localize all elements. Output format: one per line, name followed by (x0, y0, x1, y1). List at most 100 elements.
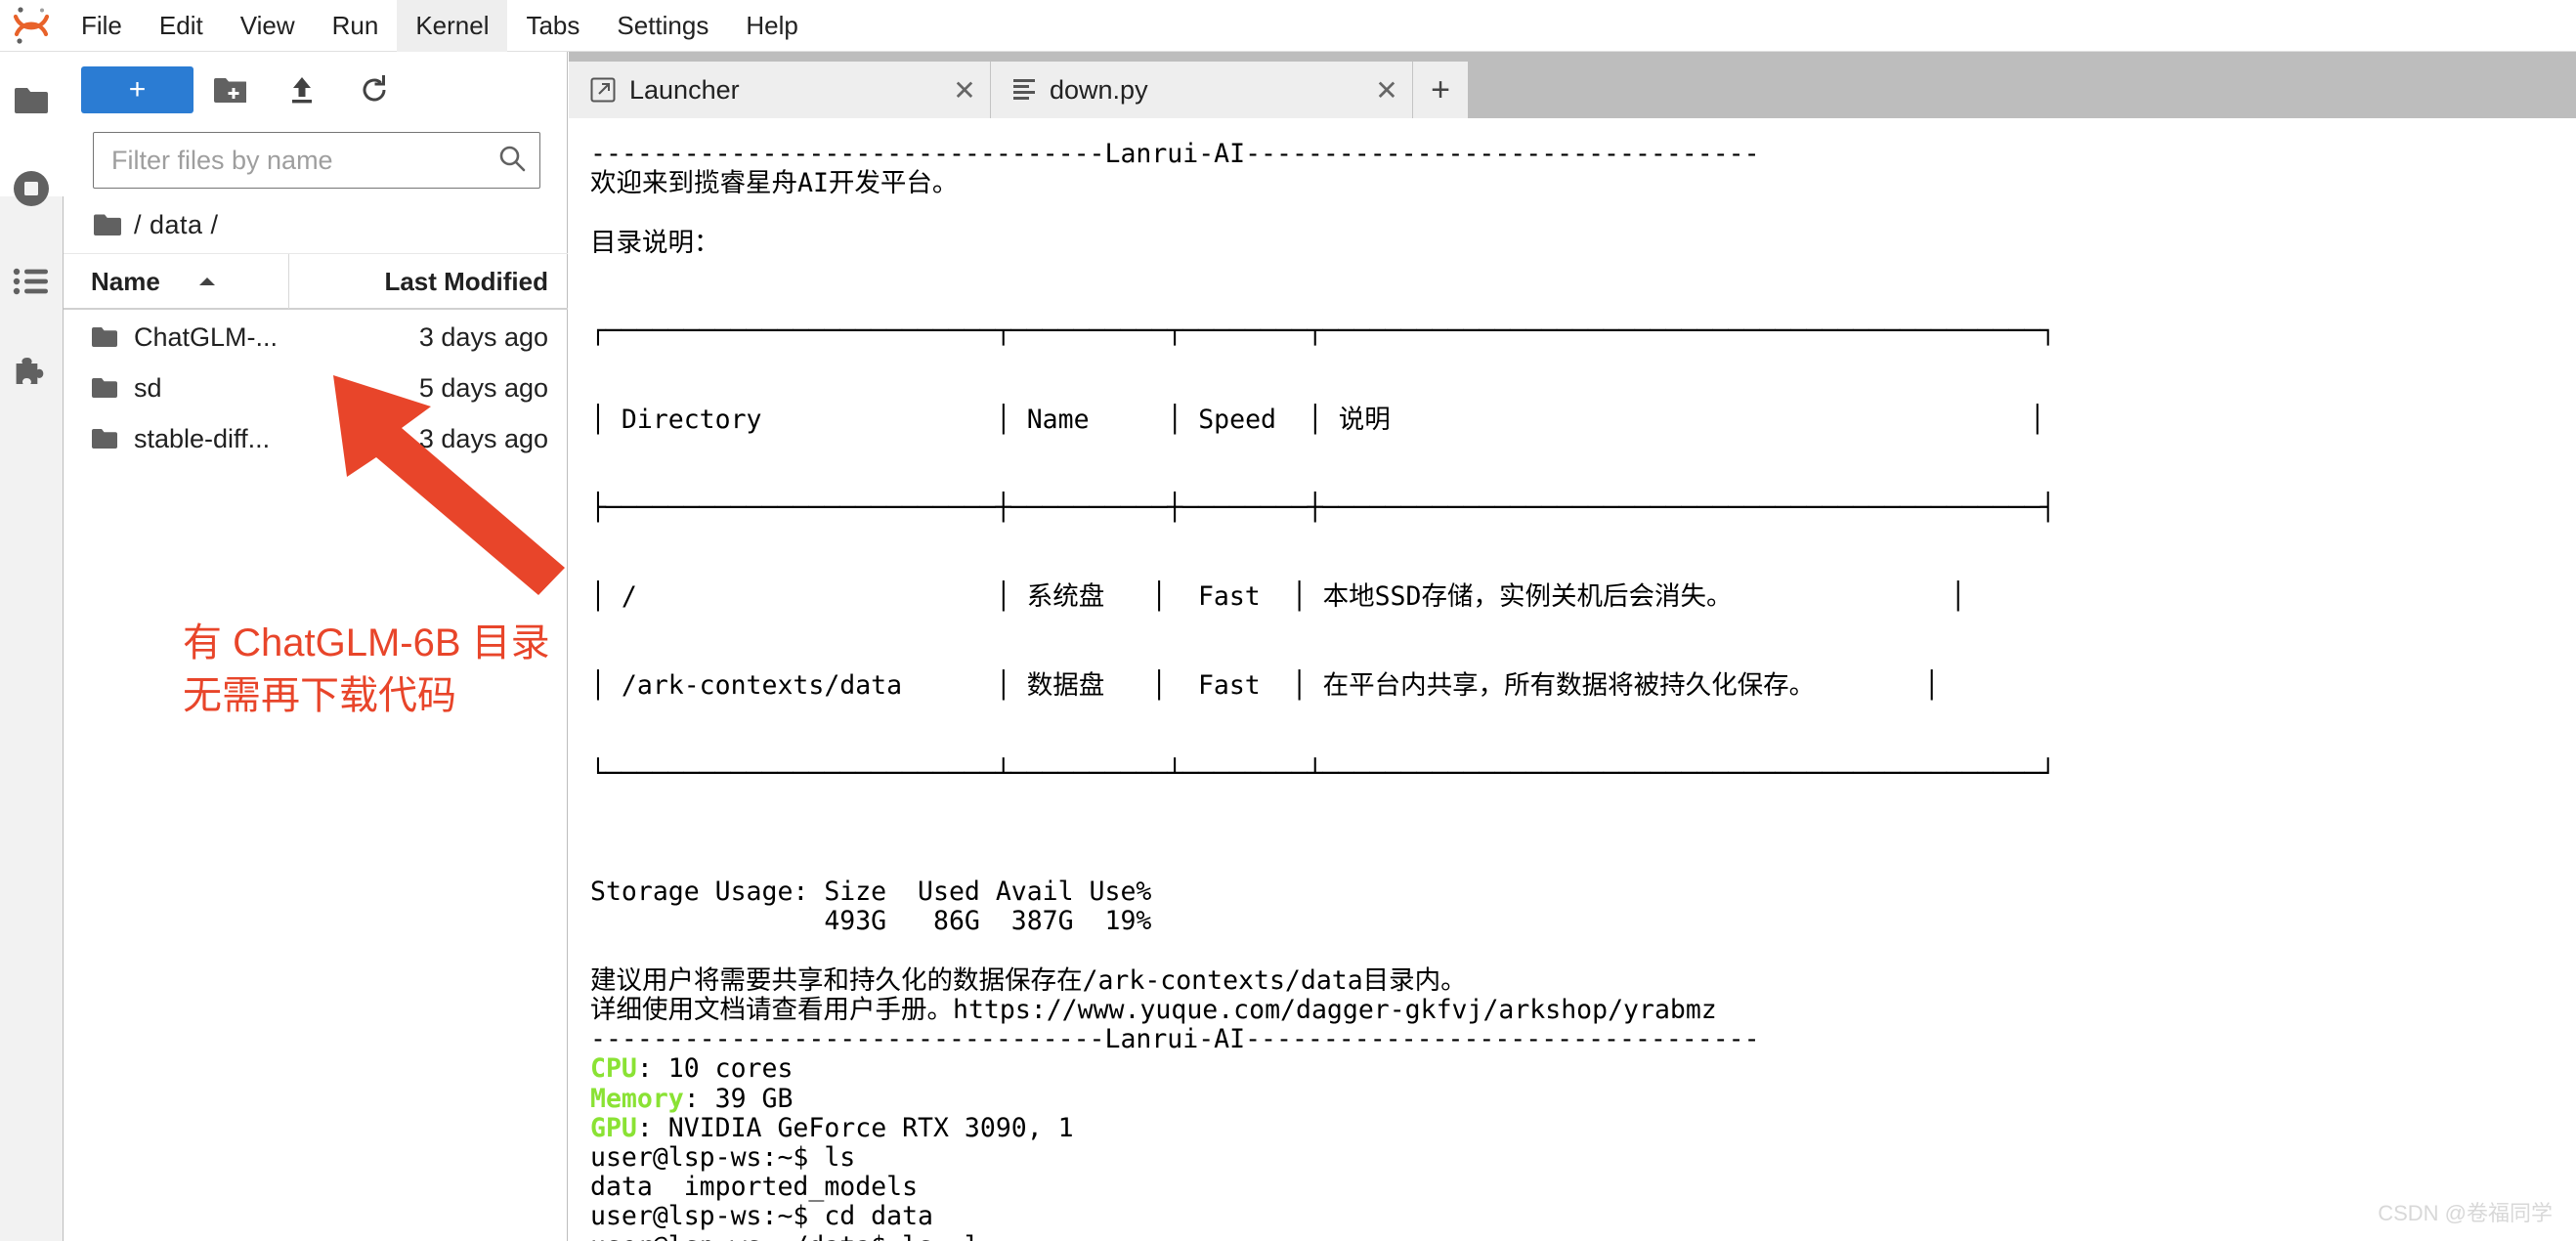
breadcrumb-path: / data / (134, 209, 219, 239)
terminal-blank-2 (590, 848, 2576, 877)
file-last-modified: 3 days ago (418, 423, 548, 453)
folder-icon (14, 86, 49, 115)
file-browser-panel: + Filter files by name / data / Name Las… (64, 52, 568, 1241)
breadcrumb[interactable]: / data / (64, 196, 568, 254)
menu-item-view[interactable]: View (222, 0, 314, 52)
new-folder-icon (213, 76, 246, 104)
sort-ascending-caret-icon (197, 276, 217, 287)
terminal-storage-values: 493G 86G 387G 19% (590, 906, 1152, 937)
terminal-banner-bottom: ---------------------------------Lanrui-… (590, 1024, 1760, 1055)
file-name: ChatGLM-... (134, 321, 279, 352)
terminal-advice-line: 建议用户将需要共享和持久化的数据保存在/ark-contexts/data目录内… (590, 964, 1467, 996)
menu-bar: File Edit View Run Kernel Tabs Settings … (0, 0, 2576, 52)
close-icon[interactable]: ✕ (1361, 62, 1412, 118)
folder-icon (93, 213, 122, 237)
folder-icon (91, 377, 118, 400)
main-dock-area: Launcher ✕ down.py ✕ + -----------------… (569, 52, 2576, 1241)
commands-list-icon (13, 267, 50, 296)
menu-item-help[interactable]: Help (727, 0, 816, 52)
table-row: │ / │ 系统盘 │ Fast │ 本地SSD存储，实例关机后会消失。 │ (590, 581, 1966, 613)
tab-down-py[interactable]: down.py ✕ (991, 62, 1413, 118)
spec-value-gpu: : NVIDIA GeForce RTX 3090, 1 (636, 1112, 1074, 1143)
file-list-header: Name Last Modified (64, 254, 568, 310)
upload-icon (287, 75, 317, 105)
list-item[interactable]: stable-diff... 3 days ago (64, 413, 568, 464)
annotation-line-1: 有 ChatGLM-6B 目录 (183, 621, 550, 664)
sidebar-item-running-terminals[interactable] (0, 145, 63, 233)
extension-puzzle-icon (13, 356, 50, 393)
terminal-table: ┌─────────────────────────┬──────────┬──… (590, 258, 2576, 848)
refresh-button[interactable] (338, 66, 410, 113)
refresh-icon (359, 74, 390, 106)
tab-bar: Launcher ✕ down.py ✕ + (569, 52, 2576, 179)
menu-item-edit[interactable]: Edit (141, 0, 222, 52)
launcher-icon (590, 77, 616, 103)
table-border-bottom: └─────────────────────────┴──────────┴──… (590, 758, 2056, 790)
watermark: CSDN @卷福同学 (2378, 1201, 2553, 1225)
tab-bar-empty-space (1468, 62, 2576, 118)
spec-label-memory: Memory (590, 1083, 684, 1114)
new-tab-button[interactable]: + (1413, 62, 1468, 118)
spec-label-gpu: GPU (590, 1112, 637, 1143)
menu-items: File Edit View Run Kernel Tabs Settings … (63, 0, 817, 52)
annotation-note: 有 ChatGLM-6B 目录 无需再下载代码 (183, 617, 550, 722)
close-icon[interactable]: ✕ (939, 62, 990, 118)
filter-files-box[interactable] (93, 132, 540, 189)
terminal-blank-3 (590, 936, 2576, 965)
table-border-top: ┌─────────────────────────┬──────────┬──… (590, 316, 2056, 347)
spec-label-cpu: CPU (590, 1053, 637, 1085)
table-header-row: │ Directory │ Name │ Speed │ 说明 │ (590, 404, 2045, 435)
tab-label: Launcher (629, 74, 740, 105)
column-header-last-modified[interactable]: Last Modified (289, 254, 568, 309)
column-header-name-label: Name (91, 266, 160, 296)
terminal-spec-memory: Memory: 39 GB (590, 1083, 2576, 1114)
file-last-modified: 5 days ago (418, 372, 548, 403)
search-input[interactable] (94, 145, 485, 176)
new-launcher-button[interactable]: + (81, 66, 193, 113)
sidebar-item-commands[interactable] (0, 237, 63, 325)
file-list: ChatGLM-... 3 days ago sd 5 days ago sta… (64, 312, 568, 464)
left-sidebar-rail (0, 52, 64, 1241)
file-last-modified: 3 days ago (418, 321, 548, 352)
sidebar-item-extension-manager[interactable] (0, 330, 63, 418)
search-icon (497, 144, 527, 178)
list-item[interactable]: sd 5 days ago (64, 363, 568, 413)
terminal-storage-header: Storage Usage: Size Used Avail Use% (590, 877, 1152, 908)
upload-button[interactable] (266, 66, 338, 113)
running-terminals-icon (12, 169, 51, 208)
spec-value-cpu: : 10 cores (636, 1053, 794, 1085)
text-file-icon (1012, 77, 1036, 103)
spec-value-memory: : 39 GB (683, 1083, 794, 1114)
search-button[interactable] (485, 133, 539, 188)
tab-label: down.py (1050, 74, 1148, 105)
table-border-mid: ├─────────────────────────┼──────────┼──… (590, 492, 2056, 524)
terminal-banner-top: ---------------------------------Lanrui-… (590, 139, 1760, 169)
terminal-spec-cpu: CPU: 10 cores (590, 1054, 2576, 1084)
file-name: stable-diff... (134, 423, 271, 453)
sidebar-item-file-browser[interactable] (0, 57, 63, 145)
tab-launcher[interactable]: Launcher ✕ (569, 62, 991, 118)
menu-item-file[interactable]: File (63, 0, 141, 52)
terminal-spec-gpu: GPU: NVIDIA GeForce RTX 3090, 1 (590, 1112, 2576, 1143)
file-browser-toolbar: + (64, 52, 568, 128)
folder-icon (91, 428, 118, 450)
terminal-welcome: 欢迎来到揽睿星舟AI开发平台。 (590, 168, 959, 199)
file-name: sd (134, 372, 162, 403)
menu-item-tabs[interactable]: Tabs (507, 0, 598, 52)
menu-item-run[interactable]: Run (314, 0, 398, 52)
jupyterlab-window: File Edit View Run Kernel Tabs Settings … (0, 0, 2576, 1241)
list-item[interactable]: ChatGLM-... 3 days ago (64, 312, 568, 363)
terminal-docs-line: 详细使用文档请查看用户手册。https://www.yuque.com/dagg… (590, 994, 1717, 1025)
menu-item-settings[interactable]: Settings (598, 0, 727, 52)
new-folder-button[interactable] (193, 66, 266, 113)
menu-item-kernel[interactable]: Kernel (397, 0, 508, 52)
column-header-name[interactable]: Name (64, 254, 288, 309)
folder-icon (91, 326, 118, 349)
terminal-session-text: user@lsp-ws:~$ ls data imported_models u… (590, 1141, 980, 1241)
terminal-dir-desc-title: 目录说明： (590, 227, 720, 258)
terminal-session-log: user@lsp-ws:~$ ls data imported_models u… (590, 1141, 2576, 1241)
jupyterlab-logo-icon (0, 0, 63, 52)
terminal-output-area[interactable]: ---------------------------------Lanrui-… (569, 118, 2576, 1241)
table-row: │ /ark-contexts/data │ 数据盘 │ Fast │ 在平台内… (590, 669, 1940, 701)
annotation-line-2: 无需再下载代码 (183, 674, 456, 717)
